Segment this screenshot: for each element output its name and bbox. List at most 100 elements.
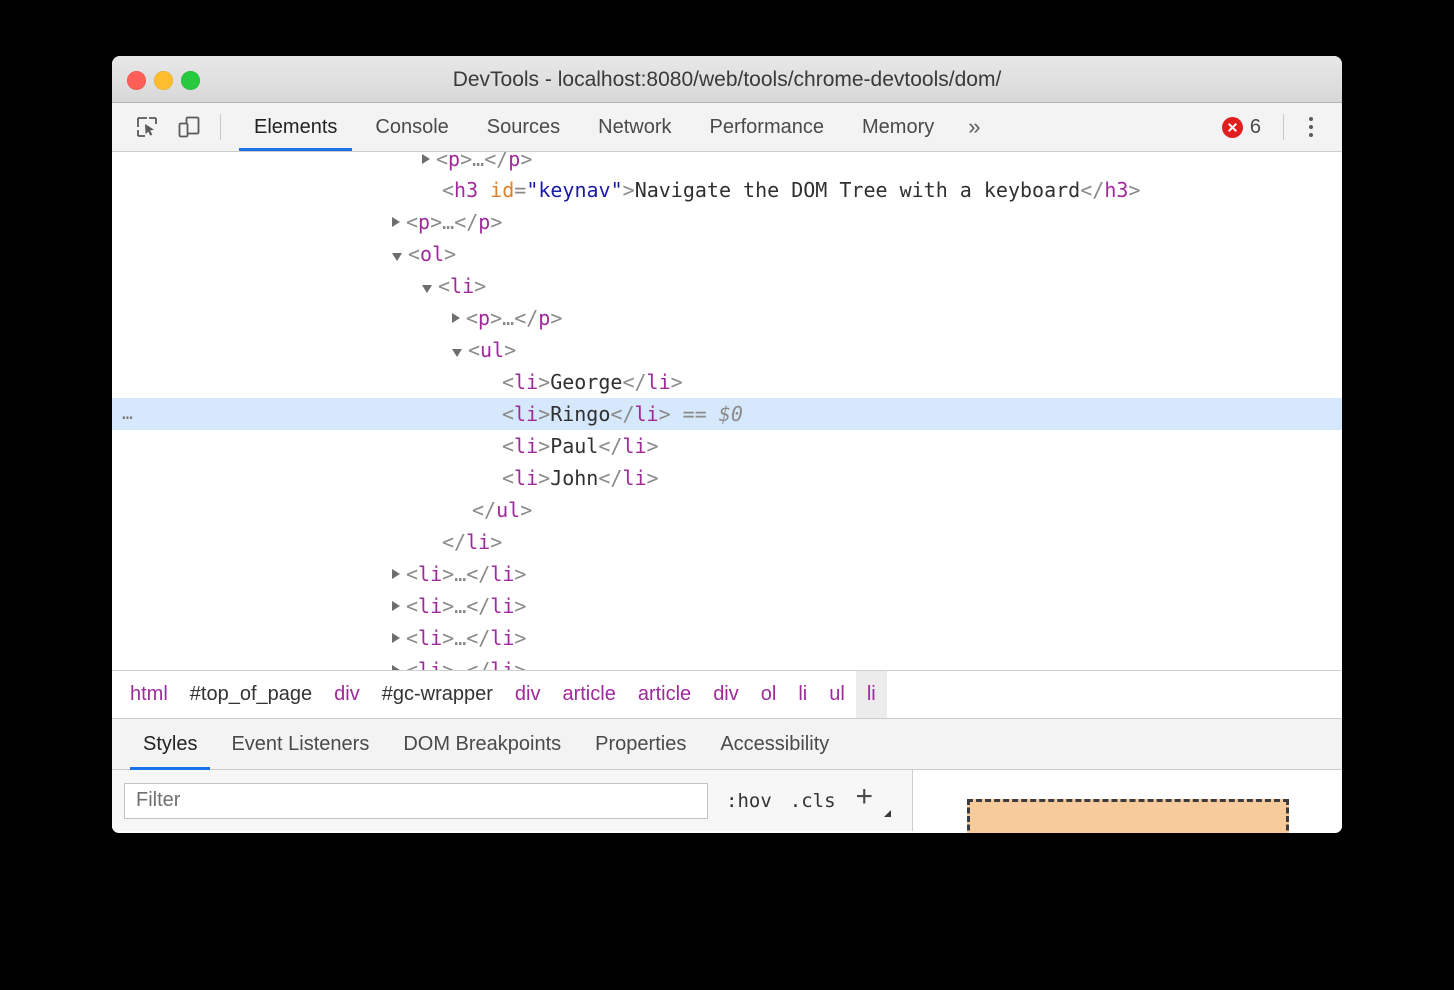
dom-token-br: < [502,466,514,490]
dom-token-attr: id [490,178,514,202]
more-tabs-button[interactable]: » [953,103,995,151]
dom-token-br: > [623,178,635,202]
dom-token-br: > [504,338,516,362]
breadcrumb-item[interactable]: article [551,671,626,718]
dom-tree-row[interactable]: <li>…</li> [112,654,1342,670]
disclosure-triangle-open-icon[interactable] [422,285,432,293]
dom-token-tag: ul [480,338,504,362]
sidebar-tab-dom-breakpoints[interactable]: DOM Breakpoints [386,719,578,770]
dom-token-eqs: == $0 [671,402,743,426]
dom-token-br: < [502,370,514,394]
toolbar-right-group: 6 [1212,103,1342,151]
dom-token-tag: li [514,466,538,490]
dom-tree-row[interactable]: </li> [112,526,1342,558]
dom-tree-row[interactable]: <li>…</li> [112,558,1342,590]
inspect-element-button[interactable] [126,103,168,151]
element-classes-button[interactable]: .cls [790,790,836,812]
devtools-menu-button[interactable] [1296,107,1326,147]
disclosure-spacer [482,445,496,446]
new-style-rule-button[interactable]: + [856,786,886,816]
box-model-diagram[interactable] [967,799,1289,833]
dom-tree-row-content: <p>…</p> [422,152,532,171]
tab-network[interactable]: Network [579,103,690,151]
disclosure-triangle-closed-icon[interactable] [422,154,430,164]
sidebar-tab-event-listeners[interactable]: Event Listeners [214,719,386,770]
dom-tree-row[interactable]: <li>…</li> [112,590,1342,622]
tab-console[interactable]: Console [356,103,467,151]
disclosure-triangle-closed-icon[interactable] [392,569,400,579]
dom-tree-row[interactable]: <li>John</li> [112,462,1342,494]
disclosure-triangle-closed-icon[interactable] [392,601,400,611]
dom-tree-row-content: <ul> [452,338,516,362]
dom-tree-row[interactable]: <li>…</li> [112,622,1342,654]
dom-token-br: < [466,306,478,330]
disclosure-triangle-closed-icon[interactable] [392,217,400,227]
dom-token-br: < [436,152,448,171]
breadcrumb-item[interactable]: div [504,671,552,718]
tab-sources[interactable]: Sources [468,103,579,151]
disclosure-spacer [452,509,466,510]
breadcrumb-item[interactable]: li [787,671,818,718]
sidebar-tab-styles[interactable]: Styles [126,719,214,770]
disclosure-triangle-open-icon[interactable] [392,253,402,261]
device-toolbar-button[interactable] [168,103,210,151]
dom-token-br: > [490,530,502,554]
dom-tree-row[interactable]: <p>…</p> [112,206,1342,238]
tab-memory[interactable]: Memory [843,103,953,151]
panel-tabs: ElementsConsoleSourcesNetworkPerformance… [235,103,995,151]
breadcrumb-item[interactable]: ol [750,671,788,718]
dom-tree-row[interactable]: <ul> [112,334,1342,366]
dom-tree-row[interactable]: <h3 id="keynav">Navigate the DOM Tree wi… [112,174,1342,206]
dom-tree-panel[interactable]: <p>…</p><h3 id="keynav">Navigate the DOM… [112,152,1342,670]
dom-token-txt: Paul [550,434,598,458]
dom-tree-row[interactable]: <p>…</p> [112,302,1342,334]
toolbar-divider [220,114,221,140]
dom-token-txt: George [550,370,622,394]
breadcrumb: html#top_of_pagediv#gc-wrapperdivarticle… [112,670,1342,718]
kebab-dot [1309,125,1313,129]
styles-filter-input[interactable]: Filter [124,783,708,819]
dom-token-tag: li [622,434,646,458]
dom-token-br: > [442,594,454,618]
error-count: 6 [1250,116,1261,139]
dom-token-ell: … [502,306,514,330]
tab-performance[interactable]: Performance [691,103,844,151]
sidebar-tab-accessibility[interactable]: Accessibility [703,719,846,770]
dom-tree-row[interactable]: <li>Paul</li> [112,430,1342,462]
dom-tree-row-selected[interactable]: …<li>Ringo</li> == $0 [112,398,1342,430]
dom-tree-row[interactable]: <li> [112,270,1342,302]
breadcrumb-item[interactable]: ul [818,671,856,718]
disclosure-triangle-closed-icon[interactable] [392,665,400,671]
breadcrumb-item[interactable]: article [627,671,702,718]
tab-label: Memory [862,116,934,139]
breadcrumb-item[interactable]: div [702,671,750,718]
dom-tree-row-content: <li>…</li> [392,658,526,670]
collapsed-siblings-marker[interactable]: … [122,398,134,430]
dom-token-ell: … [454,626,466,650]
tab-elements[interactable]: Elements [235,103,356,151]
breadcrumb-item[interactable]: div [323,671,371,718]
breadcrumb-item[interactable]: #top_of_page [179,671,323,718]
dom-tree-row[interactable]: <ol> [112,238,1342,270]
disclosure-triangle-closed-icon[interactable] [392,633,400,643]
resize-corner-icon[interactable] [884,810,891,817]
breadcrumb-item[interactable]: li [856,671,887,718]
dom-token-br: > [490,306,502,330]
dom-token-ell: … [442,210,454,234]
dom-tree-row[interactable]: </ul> [112,494,1342,526]
breadcrumb-item[interactable]: html [112,671,179,718]
dom-token-br: < [442,178,454,202]
disclosure-spacer [482,413,496,414]
dom-tree-row-content: <li>George</li> [482,370,683,394]
styles-filter-placeholder: Filter [136,789,180,812]
dom-token-ell: … [454,594,466,618]
dom-tree-row[interactable]: <li>George</li> [112,366,1342,398]
dom-token-br: > [442,626,454,650]
disclosure-triangle-open-icon[interactable] [452,349,462,357]
force-state-button[interactable]: :hov [726,790,772,812]
breadcrumb-item[interactable]: #gc-wrapper [371,671,504,718]
sidebar-tab-properties[interactable]: Properties [578,719,703,770]
dom-tree-row[interactable]: <p>…</p> [112,152,1342,174]
error-badge[interactable]: 6 [1212,116,1271,139]
disclosure-triangle-closed-icon[interactable] [452,313,460,323]
